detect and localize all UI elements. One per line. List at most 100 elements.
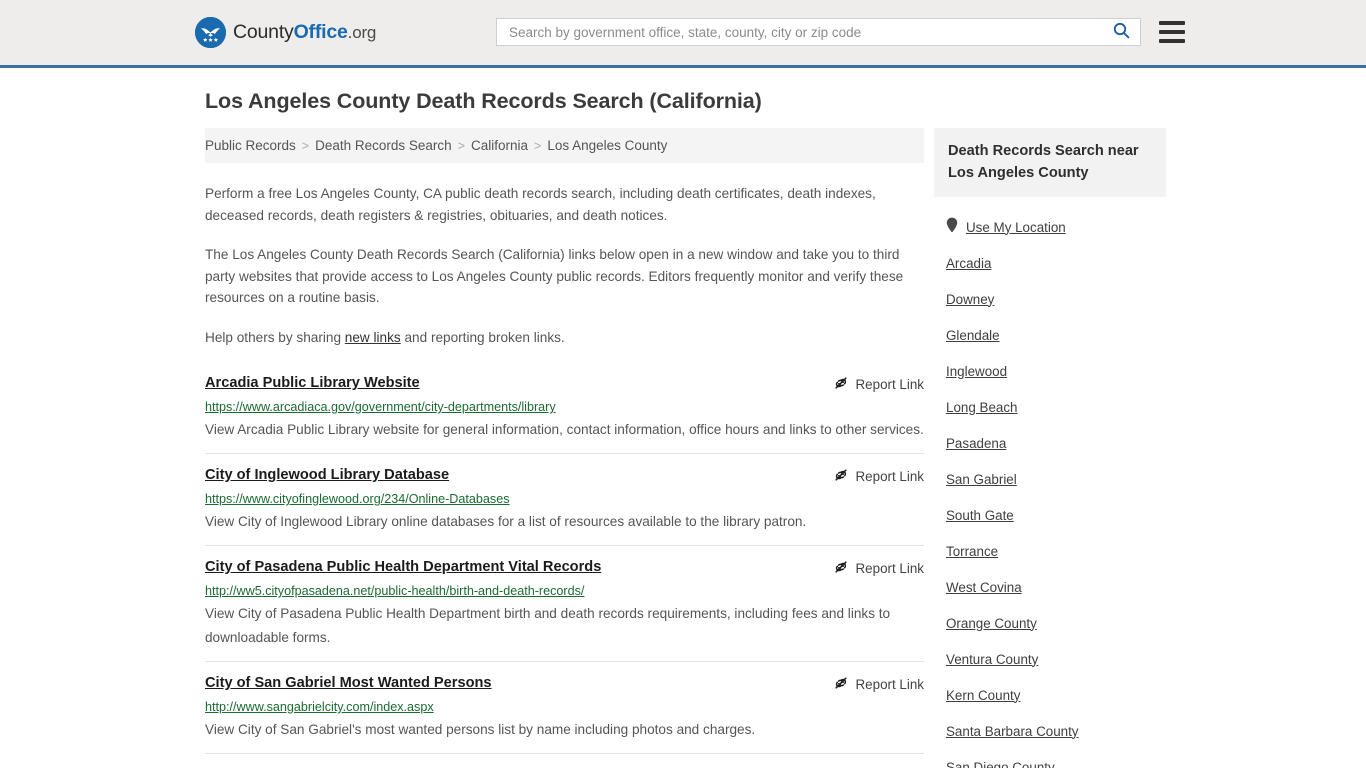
result-description: View City of Inglewood Library online da… xyxy=(205,514,807,529)
broken-link-icon xyxy=(833,559,849,578)
report-link-button[interactable]: Report Link xyxy=(833,466,924,486)
report-link-button[interactable]: Report Link xyxy=(833,374,924,394)
sidebar-item-arcadia[interactable]: Arcadia xyxy=(934,245,1166,281)
report-link-label: Report Link xyxy=(855,677,924,692)
sidebar-item-torrance[interactable]: Torrance xyxy=(934,533,1166,569)
page-title: Los Angeles County Death Records Search … xyxy=(205,89,762,113)
sidebar: Death Records Search near Los Angeles Co… xyxy=(934,128,1166,768)
search-button[interactable] xyxy=(1111,22,1132,42)
breadcrumb-item-california[interactable]: California xyxy=(471,138,528,153)
result-title-link[interactable]: City of Inglewood Library Database xyxy=(205,466,449,485)
breadcrumb-item-los-angeles-county[interactable]: Los Angeles County xyxy=(547,138,667,153)
sidebar-item-kern-county[interactable]: Kern County xyxy=(934,677,1166,713)
sidebar-heading: Death Records Search near Los Angeles Co… xyxy=(934,128,1166,197)
sidebar-link-label[interactable]: San Gabriel xyxy=(946,472,1017,487)
breadcrumb-item-public-records[interactable]: Public Records xyxy=(205,138,296,153)
sidebar-link-label[interactable]: Torrance xyxy=(946,544,998,559)
sidebar-link-label[interactable]: Inglewood xyxy=(946,364,1007,379)
result-title-link[interactable]: City of San Gabriel Most Wanted Persons xyxy=(205,674,492,693)
sidebar-link-label[interactable]: Long Beach xyxy=(946,400,1017,415)
sidebar-link-label[interactable]: San Diego County xyxy=(946,760,1055,768)
intro-p3-before: Help others by sharing xyxy=(205,329,345,345)
breadcrumb-separator: > xyxy=(457,138,465,153)
sidebar-item-glendale[interactable]: Glendale xyxy=(934,317,1166,353)
sidebar-item-inglewood[interactable]: Inglewood xyxy=(934,353,1166,389)
result-url[interactable]: http://www.sangabrielcity.com/index.aspx xyxy=(205,699,924,716)
result-header: City of Inglewood Library Database Repor… xyxy=(205,466,924,486)
new-links-link[interactable]: new links xyxy=(345,330,401,345)
site-header: CountyOffice.org xyxy=(0,0,1366,68)
results-list: Arcadia Public Library Website Report Li… xyxy=(205,370,924,768)
search-icon xyxy=(1113,22,1130,42)
report-link-button[interactable]: Report Link xyxy=(833,558,924,578)
intro-section: Perform a free Los Angeles County, CA pu… xyxy=(205,183,924,348)
result-item: Arcadia Public Library Website Report Li… xyxy=(205,370,924,453)
result-url[interactable]: http://ww5.cityofpasadena.net/public-hea… xyxy=(205,583,924,600)
result-item: City of Inglewood Library Database Repor… xyxy=(205,453,924,545)
map-pin-icon xyxy=(946,217,958,238)
hamburger-menu-icon[interactable] xyxy=(1159,21,1185,43)
broken-link-icon xyxy=(833,375,849,394)
sidebar-link-label[interactable]: Arcadia xyxy=(946,256,991,271)
hamburger-bar-1 xyxy=(1159,21,1185,25)
breadcrumb-item-death-records-search[interactable]: Death Records Search xyxy=(315,138,452,153)
logo-text-org: .org xyxy=(347,23,377,42)
search-box[interactable] xyxy=(496,18,1141,46)
hamburger-bar-3 xyxy=(1159,39,1185,43)
sidebar-link-label[interactable]: Glendale xyxy=(946,328,1000,343)
sidebar-item-west-covina[interactable]: West Covina xyxy=(934,569,1166,605)
broken-link-icon xyxy=(833,467,849,486)
site-logo[interactable]: CountyOffice.org xyxy=(195,17,376,48)
sidebar-link-label[interactable]: Orange County xyxy=(946,616,1037,631)
logo-text: CountyOffice.org xyxy=(233,21,376,44)
sidebar-item-pasadena[interactable]: Pasadena xyxy=(934,425,1166,461)
result-url[interactable]: https://www.arcadiaca.gov/government/cit… xyxy=(205,399,924,416)
search-input[interactable] xyxy=(507,19,1111,45)
sidebar-link-label[interactable]: South Gate xyxy=(946,508,1014,523)
sidebar-item-downey[interactable]: Downey xyxy=(934,281,1166,317)
result-header: City of Pasadena Public Health Departmen… xyxy=(205,558,924,578)
result-description: View Arcadia Public Library website for … xyxy=(205,422,924,437)
report-link-button[interactable]: Report Link xyxy=(833,674,924,694)
report-link-label: Report Link xyxy=(855,469,924,484)
sidebar-link-label[interactable]: Use My Location xyxy=(966,220,1066,235)
sidebar-item-use-my-location[interactable]: Use My Location xyxy=(934,209,1166,245)
eagle-stars-seal-icon xyxy=(195,17,226,48)
sidebar-link-label[interactable]: Kern County xyxy=(946,688,1020,703)
result-description: View City of San Gabriel's most wanted p… xyxy=(205,722,756,737)
breadcrumb: Public Records > Death Records Search > … xyxy=(205,128,924,163)
report-link-label: Report Link xyxy=(855,561,924,576)
sidebar-link-label[interactable]: Ventura County xyxy=(946,652,1038,667)
header-search-area xyxy=(496,18,1185,46)
result-header: City of San Gabriel Most Wanted Persons xyxy=(205,674,924,694)
breadcrumb-separator: > xyxy=(534,138,542,153)
result-title-link[interactable]: City of Pasadena Public Health Departmen… xyxy=(205,558,601,577)
broken-link-icon xyxy=(833,675,849,694)
result-item: City of San Gabriel Most Wanted Persons xyxy=(205,661,924,753)
logo-text-county: County xyxy=(233,21,294,43)
main-column: Public Records > Death Records Search > … xyxy=(205,128,924,768)
result-item: City of Pasadena Public Health Departmen… xyxy=(205,545,924,661)
sidebar-link-label[interactable]: Santa Barbara County xyxy=(946,724,1079,739)
sidebar-item-ventura-county[interactable]: Ventura County xyxy=(934,641,1166,677)
logo-text-office: Office xyxy=(293,21,348,43)
sidebar-item-orange-county[interactable]: Orange County xyxy=(934,605,1166,641)
result-title-link[interactable]: Arcadia Public Library Website xyxy=(205,374,420,393)
content-columns: Public Records > Death Records Search > … xyxy=(0,128,1366,768)
sidebar-item-long-beach[interactable]: Long Beach xyxy=(934,389,1166,425)
sidebar-link-label[interactable]: Pasadena xyxy=(946,436,1006,451)
sidebar-links-list: Use My Location Arcadia Downey Glendale … xyxy=(934,209,1166,768)
page-body: Los Angeles County Death Records Search … xyxy=(0,68,1366,768)
sidebar-item-san-diego-county[interactable]: San Diego County xyxy=(934,749,1166,768)
result-header: Arcadia Public Library Website Report Li… xyxy=(205,374,924,394)
hamburger-bar-2 xyxy=(1159,30,1185,34)
breadcrumb-separator: > xyxy=(301,138,310,153)
sidebar-link-label[interactable]: Downey xyxy=(946,292,994,307)
intro-paragraph-3: Help others by sharing new links and rep… xyxy=(205,327,916,349)
sidebar-link-label[interactable]: West Covina xyxy=(946,580,1022,595)
sidebar-item-santa-barbara-county[interactable]: Santa Barbara County xyxy=(934,713,1166,749)
result-url[interactable]: https://www.cityofinglewood.org/234/Onli… xyxy=(205,491,924,508)
result-item: City of South Gate Website xyxy=(205,753,924,768)
sidebar-item-south-gate[interactable]: South Gate xyxy=(934,497,1166,533)
sidebar-item-san-gabriel[interactable]: San Gabriel xyxy=(934,461,1166,497)
